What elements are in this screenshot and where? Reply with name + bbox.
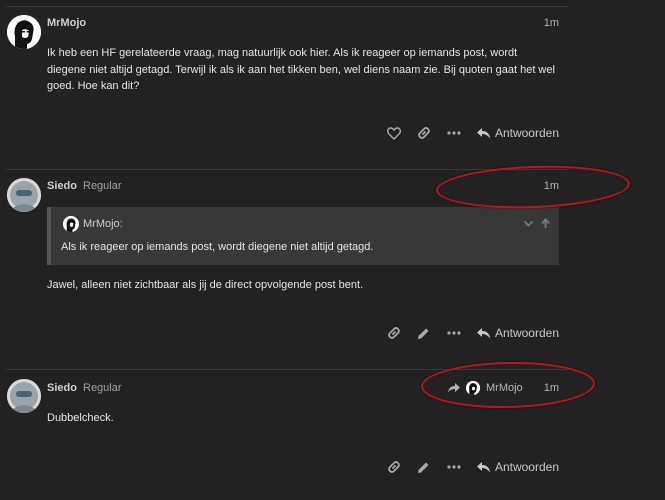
post-username[interactable]: Siedo — [47, 180, 77, 192]
arrow-up-icon[interactable] — [540, 218, 551, 229]
post-body: Dubbelcheck. — [47, 412, 114, 424]
post-body: Jawel, alleen niet zichtbaar als jij de … — [47, 279, 364, 291]
reply-icon — [476, 127, 490, 138]
reply-button[interactable]: Antwoorden — [476, 460, 559, 474]
link-icon[interactable] — [379, 323, 409, 343]
annotation-ellipse — [420, 360, 596, 410]
post-time[interactable]: 1m — [544, 17, 559, 29]
avatar[interactable] — [7, 379, 41, 413]
user-title: Regular — [83, 382, 122, 394]
post-body: Ik heb een HF gerelateerde vraag, mag na… — [47, 47, 555, 92]
ellipsis-icon[interactable] — [439, 457, 469, 477]
quote-block: MrMojo: Als ik reageer op iemands post, … — [47, 207, 559, 265]
reply-label: Antwoorden — [494, 460, 559, 474]
chevron-down-icon[interactable] — [523, 218, 534, 229]
post-username[interactable]: MrMojo — [47, 17, 86, 29]
quote-username[interactable]: MrMojo: — [83, 218, 123, 230]
heart-icon[interactable] — [379, 123, 409, 143]
avatar[interactable] — [7, 15, 41, 49]
avatar[interactable] — [7, 178, 41, 212]
quote-text: Als ik reageer op iemands post, wordt di… — [61, 241, 374, 253]
link-icon[interactable] — [379, 457, 409, 477]
reply-label: Antwoorden — [494, 326, 559, 340]
reply-label: Antwoorden — [494, 126, 559, 140]
quote-controls — [523, 218, 551, 229]
user-title: Regular — [83, 180, 122, 192]
reply-icon — [476, 461, 490, 472]
post-actions: Antwoorden — [379, 457, 559, 477]
pencil-icon[interactable] — [409, 457, 439, 477]
ellipsis-icon[interactable] — [439, 323, 469, 343]
quote-avatar — [63, 216, 79, 232]
pencil-icon[interactable] — [409, 323, 439, 343]
link-icon[interactable] — [409, 123, 439, 143]
top-divider — [6, 6, 569, 7]
post-actions: Antwoorden — [379, 123, 559, 143]
reply-button[interactable]: Antwoorden — [476, 326, 559, 340]
post-username[interactable]: Siedo — [47, 382, 77, 394]
reply-icon — [476, 327, 490, 338]
ellipsis-icon[interactable] — [439, 123, 469, 143]
post-actions: Antwoorden — [379, 323, 559, 343]
reply-button[interactable]: Antwoorden — [476, 126, 559, 140]
